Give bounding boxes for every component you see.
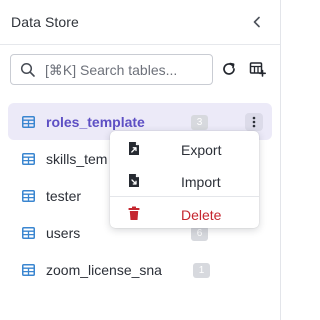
table-icon xyxy=(22,116,35,128)
table-row[interactable]: zoom_license_sna 1 xyxy=(8,251,272,288)
table-name: skills_tem xyxy=(46,151,108,167)
table-icon xyxy=(22,227,35,239)
data-store-panel: Data Store [⌘K] Search tables... roles_t… xyxy=(0,0,281,320)
menu-divider xyxy=(110,196,259,197)
panel-header: Data Store xyxy=(0,0,280,44)
refresh-icon xyxy=(223,62,235,75)
table-name: roles_template xyxy=(46,114,145,130)
chevron-left-icon xyxy=(253,16,260,28)
table-icon xyxy=(22,264,35,276)
search-input[interactable] xyxy=(45,59,209,81)
search-icon xyxy=(20,62,35,77)
export-file-icon xyxy=(129,142,139,155)
add-table-button[interactable] xyxy=(248,60,266,78)
collapse-panel-button[interactable] xyxy=(248,13,266,31)
add-table-icon xyxy=(249,62,266,77)
export-menu-item[interactable]: Export xyxy=(110,133,259,164)
delete-menu-item[interactable]: Delete xyxy=(110,198,259,229)
export-label: Export xyxy=(181,142,222,158)
row-menu-button[interactable] xyxy=(245,113,263,131)
table-icon xyxy=(22,153,35,165)
more-vertical-icon xyxy=(252,116,256,128)
panel-title: Data Store xyxy=(11,14,79,30)
table-name: zoom_license_sna xyxy=(46,262,162,278)
import-menu-item[interactable]: Import xyxy=(110,165,259,196)
table-icon xyxy=(22,190,35,202)
row-count-badge: 3 xyxy=(191,115,208,130)
import-label: Import xyxy=(181,174,221,190)
import-file-icon xyxy=(129,174,139,187)
refresh-button[interactable] xyxy=(220,60,238,78)
search-box[interactable] xyxy=(10,54,213,85)
table-name: tester xyxy=(46,188,82,204)
header-divider xyxy=(0,44,280,45)
row-count-badge: 1 xyxy=(193,263,210,278)
row-context-menu: Export Import Delete xyxy=(110,131,259,228)
trash-icon xyxy=(128,206,140,220)
delete-label: Delete xyxy=(181,207,222,223)
table-name: users xyxy=(46,225,81,241)
